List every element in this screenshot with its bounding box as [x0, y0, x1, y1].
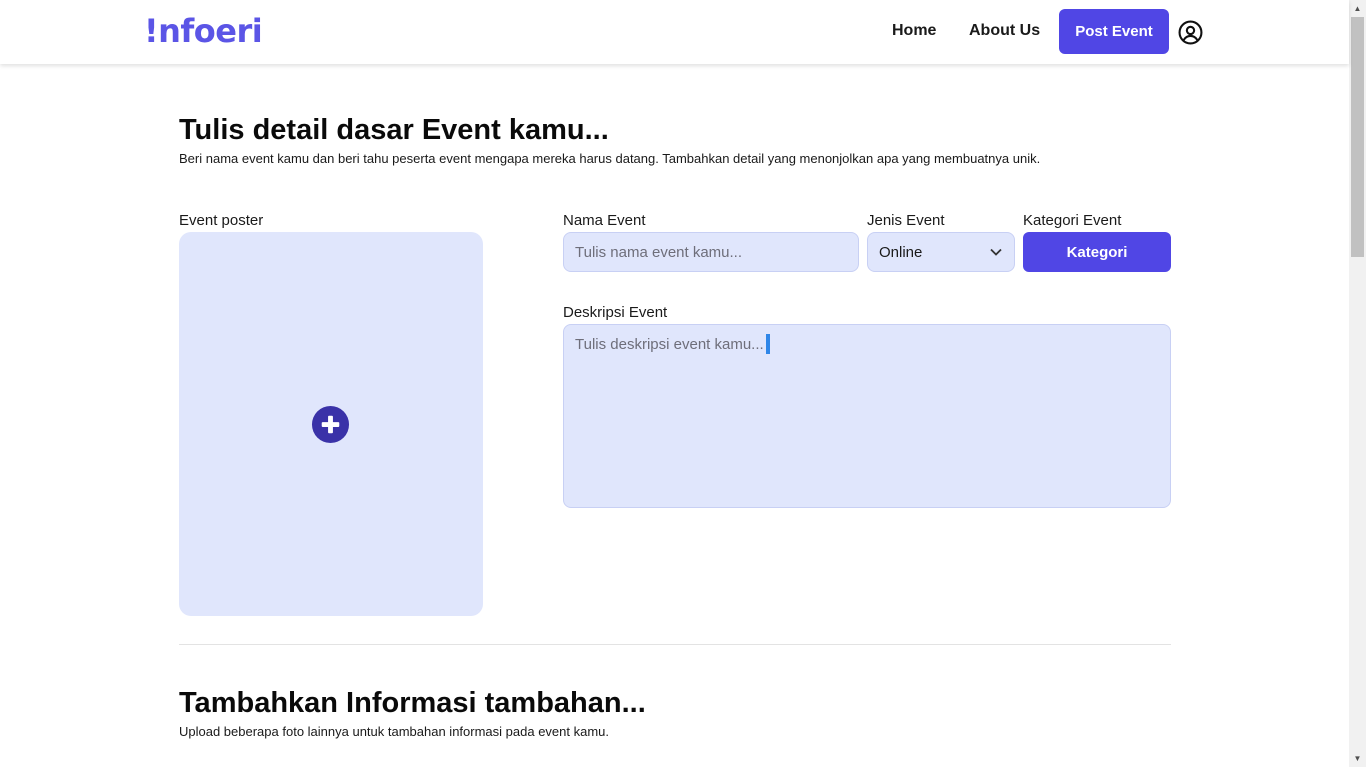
section-basic-title: Tulis detail dasar Event kamu...	[179, 114, 609, 146]
nama-event-input[interactable]	[563, 232, 859, 272]
post-event-button[interactable]: Post Event	[1059, 9, 1169, 54]
kategori-event-label: Kategori Event	[1023, 212, 1122, 229]
section-basic-subtitle: Beri nama event kamu dan beri tahu peser…	[179, 151, 1041, 166]
deskripsi-event-label: Deskripsi Event	[563, 304, 668, 321]
jenis-event-label: Jenis Event	[867, 212, 945, 229]
deskripsi-event-textarea[interactable]	[563, 324, 1171, 508]
chevron-down-icon	[990, 248, 1002, 256]
scroll-down-arrow-icon[interactable]: ▼	[1349, 750, 1366, 767]
jenis-event-selected-value: Online	[879, 244, 923, 261]
plus-circle-icon[interactable]	[311, 405, 350, 444]
event-poster-upload[interactable]	[179, 232, 483, 616]
page-scrollbar[interactable]: ▲ ▼	[1349, 0, 1366, 767]
user-circle-icon[interactable]	[1178, 20, 1203, 45]
event-poster-label: Event poster	[179, 212, 264, 229]
scrollbar-thumb[interactable]	[1351, 17, 1364, 257]
nav-home-link[interactable]: Home	[892, 22, 936, 40]
section-divider	[179, 644, 1171, 645]
section-additional-subtitle: Upload beberapa foto lainnya untuk tamba…	[179, 724, 610, 739]
section-additional-title: Tambahkan Informasi tambahan...	[179, 687, 646, 719]
text-cursor	[766, 334, 770, 354]
nama-event-label: Nama Event	[563, 212, 646, 229]
kategori-button[interactable]: Kategori	[1023, 232, 1171, 272]
nav-about-link[interactable]: About Us	[969, 22, 1040, 40]
logo[interactable]: !nfoeri	[144, 12, 263, 50]
navbar: !nfoeri Home About Us Post Event	[0, 0, 1349, 64]
scroll-up-arrow-icon[interactable]: ▲	[1349, 0, 1366, 17]
jenis-event-select[interactable]: Online	[867, 232, 1015, 272]
